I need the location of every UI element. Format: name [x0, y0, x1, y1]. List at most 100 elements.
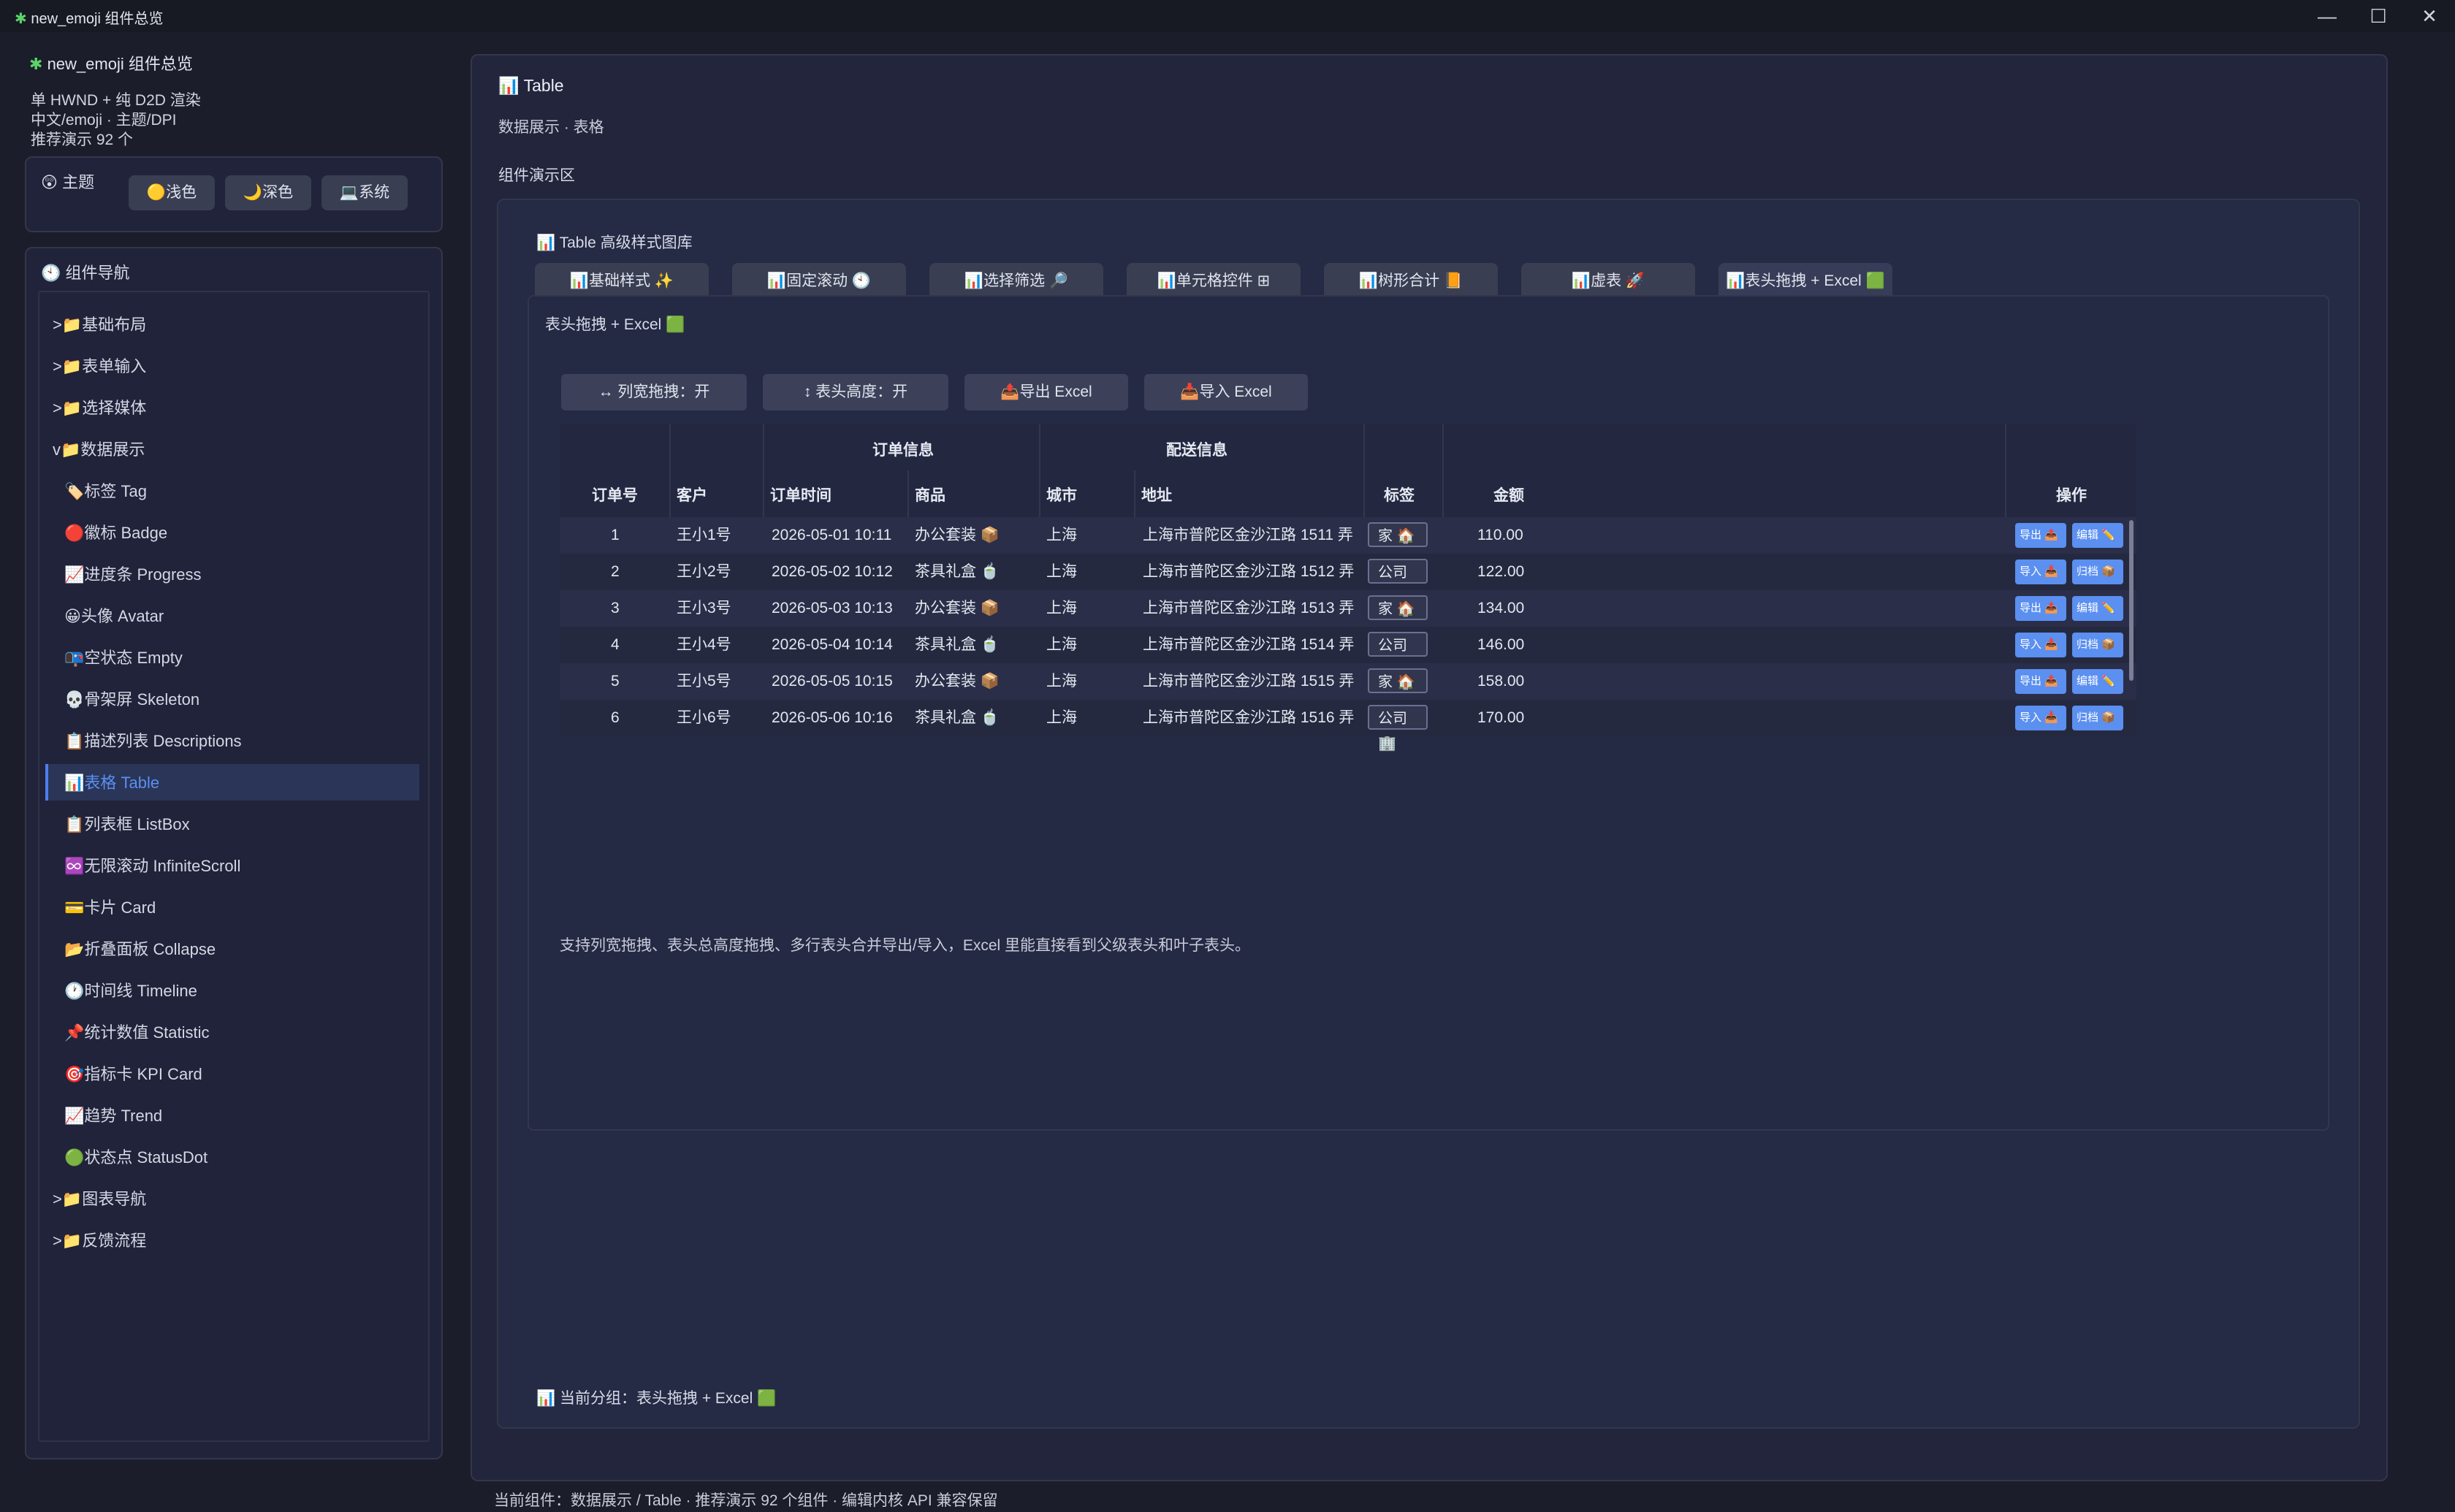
- nav-group[interactable]: >📁表单输入: [53, 348, 146, 385]
- column-header[interactable]: 客户: [677, 484, 707, 505]
- nav-item[interactable]: 😀头像 Avatar: [64, 598, 164, 635]
- nav-item[interactable]: ♾️无限滚动 InfiniteScroll: [64, 848, 240, 885]
- tab-header-drag-excel[interactable]: 📊表头拖拽 + Excel 🟩: [1718, 263, 1892, 299]
- nav-item[interactable]: 💳卡片 Card: [64, 890, 156, 926]
- row-action-primary-button[interactable]: 导出 📤: [2015, 669, 2066, 694]
- tab-tree-summary[interactable]: 📊树形合计 📙: [1324, 263, 1498, 299]
- table-row[interactable]: 5 王小5号 2026-05-05 10:15 办公套装 📦 上海 上海市普陀区金沙江路 …: [560, 663, 2136, 700]
- table-row[interactable]: 3 王小3号 2026-05-03 10:13 办公套装 📦 上海 上海市普陀区金沙江路 …: [560, 590, 2136, 627]
- nav-group[interactable]: >📁选择媒体: [53, 390, 146, 427]
- window-title: ✱ new_emoji 组件总览: [15, 11, 164, 27]
- row-action-secondary-button[interactable]: 归档 📦: [2072, 560, 2123, 584]
- import-excel-button[interactable]: 📥导入 Excel: [1144, 374, 1308, 411]
- column-header[interactable]: 标签: [1384, 484, 1415, 505]
- maximize-button[interactable]: ☐: [2353, 0, 2404, 32]
- order-time-cell: 2026-05-05 10:15: [772, 673, 893, 690]
- tab-select-filter[interactable]: 📊选择筛选 🔎: [929, 263, 1103, 299]
- amount-cell: 110.00: [1477, 527, 1523, 543]
- title-bar: ✱ new_emoji 组件总览 — ☐ ✕: [0, 0, 2455, 32]
- column-header[interactable]: 金额: [1493, 484, 1524, 505]
- export-excel-button[interactable]: 📤导出 Excel: [964, 374, 1128, 411]
- tag-chip[interactable]: 家 🏠: [1368, 595, 1428, 620]
- tag-chip[interactable]: 公司 🏢: [1368, 559, 1428, 606]
- order-id-cell: 6: [611, 709, 620, 726]
- theme-light-button[interactable]: 🟡浅色: [129, 175, 215, 210]
- info-line: 单 HWND + 纯 D2D 渲染: [31, 92, 201, 109]
- nav-item[interactable]: 📋描述列表 Descriptions: [64, 723, 242, 760]
- table-row[interactable]: 2 王小2号 2026-05-02 10:12 茶具礼盒 🍵 上海 上海市普陀区金沙江路 …: [560, 554, 2136, 606]
- nav-item[interactable]: 💀骨架屏 Skeleton: [64, 681, 199, 718]
- address-cell: 上海市普陀区金沙江路 1514 弄: [1143, 636, 1355, 653]
- product-cell: 茶具礼盒 🍵: [915, 709, 1000, 726]
- row-action-secondary-button[interactable]: 归档 📦: [2072, 706, 2123, 730]
- page-title: 📊 Table: [498, 76, 564, 95]
- table-header: 订单信息 配送信息 订单号 客户 订单时间 商品 城市 地址 标签 金额 操作: [560, 424, 2136, 517]
- row-action-secondary-button[interactable]: 编辑 ✏️: [2072, 596, 2123, 621]
- amount-cell: 146.00: [1477, 636, 1525, 653]
- column-header[interactable]: 操作: [2056, 484, 2087, 505]
- customer-cell: 王小6号: [677, 709, 731, 726]
- table-row[interactable]: 1 王小1号 2026-05-01 10:11 办公套装 📦 上海 上海市普陀区金沙江路 …: [560, 517, 2136, 554]
- nav-group[interactable]: v📁数据展示: [53, 432, 145, 468]
- column-header[interactable]: 订单时间: [770, 484, 831, 505]
- tab-virtual-table[interactable]: 📊虚表 🚀: [1521, 263, 1695, 299]
- tab-cell-controls[interactable]: 📊单元格控件 ⊞: [1127, 263, 1301, 299]
- row-action-secondary-button[interactable]: 编辑 ✏️: [2072, 523, 2123, 548]
- nav-item[interactable]: 🏷️标签 Tag: [64, 473, 147, 510]
- theme-system-button[interactable]: 💻系统: [321, 175, 408, 210]
- address-cell: 上海市普陀区金沙江路 1515 弄: [1143, 673, 1355, 690]
- city-cell: 上海: [1046, 600, 1077, 616]
- nav-item[interactable]: 🎯指标卡 KPI Card: [64, 1056, 202, 1093]
- theme-dark-button[interactable]: 🌙深色: [225, 175, 311, 210]
- row-action-primary-button[interactable]: 导入 📥: [2015, 560, 2066, 584]
- nav-item[interactable]: 📊表格 Table: [64, 765, 159, 801]
- table-row[interactable]: 4 王小4号 2026-05-04 10:14 茶具礼盒 🍵 上海 上海市普陀区金沙江路 …: [560, 627, 2136, 679]
- column-header[interactable]: 商品: [915, 484, 945, 505]
- address-cell: 上海市普陀区金沙江路 1511 弄: [1143, 527, 1353, 543]
- tag-chip[interactable]: 家 🏠: [1368, 668, 1428, 693]
- column-header[interactable]: 城市: [1046, 484, 1077, 505]
- clock-icon: 🕙: [41, 264, 61, 282]
- nav-item[interactable]: 📈趋势 Trend: [64, 1098, 162, 1134]
- sidebar-app-title: ✱ new_emoji 组件总览: [29, 55, 193, 73]
- tag-chip[interactable]: 家 🏠: [1368, 522, 1428, 547]
- table-row[interactable]: 6 王小6号 2026-05-06 10:16 茶具礼盒 🍵 上海 上海市普陀区金沙江路 …: [560, 700, 2136, 752]
- row-action-secondary-button[interactable]: 归档 📦: [2072, 633, 2123, 657]
- nav-item[interactable]: 📈进度条 Progress: [64, 557, 202, 593]
- tab-basic-style[interactable]: 📊基础样式 ✨: [535, 263, 709, 299]
- close-button[interactable]: ✕: [2404, 0, 2455, 32]
- tag-chip[interactable]: 公司 🏢: [1368, 632, 1428, 679]
- row-action-primary-button[interactable]: 导入 📥: [2015, 633, 2066, 657]
- column-resize-toggle[interactable]: ↔ 列宽拖拽：开: [561, 374, 747, 411]
- group-header-delivery: 配送信息: [1166, 442, 1228, 459]
- nav-group[interactable]: >📁基础布局: [53, 307, 146, 343]
- nav-group[interactable]: >📁反馈流程: [53, 1223, 146, 1259]
- nav-item[interactable]: 📭空状态 Empty: [64, 640, 183, 676]
- row-action-secondary-button[interactable]: 编辑 ✏️: [2072, 669, 2123, 694]
- nav-group[interactable]: >📁图表导航: [53, 1181, 146, 1218]
- header-height-toggle[interactable]: ↕ 表头高度：开: [763, 374, 948, 411]
- customer-cell: 王小5号: [677, 673, 731, 690]
- nav-item[interactable]: 🟢状态点 StatusDot: [64, 1139, 208, 1176]
- row-action-primary-button[interactable]: 导出 📤: [2015, 523, 2066, 548]
- row-action-primary-button[interactable]: 导入 📥: [2015, 706, 2066, 730]
- order-id-cell: 3: [611, 600, 620, 616]
- customer-cell: 王小3号: [677, 600, 731, 616]
- nav-item[interactable]: 🔴徽标 Badge: [64, 515, 167, 551]
- nav-item[interactable]: 🕐时间线 Timeline: [64, 973, 197, 1009]
- nav-item[interactable]: 📋列表框 ListBox: [64, 806, 190, 843]
- tab-fixed-scroll[interactable]: 📊固定滚动 🕙: [732, 263, 906, 299]
- column-header[interactable]: 订单号: [592, 484, 638, 505]
- order-time-cell: 2026-05-04 10:14: [772, 636, 893, 653]
- nav-item[interactable]: 📌统计数值 Statistic: [64, 1015, 210, 1051]
- nav-item[interactable]: 📂折叠面板 Collapse: [64, 931, 216, 968]
- row-action-primary-button[interactable]: 导出 📤: [2015, 596, 2066, 621]
- tag-chip[interactable]: 公司 🏢: [1368, 705, 1428, 752]
- table-scrollbar[interactable]: [2129, 520, 2134, 681]
- customer-cell: 王小2号: [677, 563, 731, 580]
- page-subtitle: 数据展示 · 表格: [498, 119, 604, 136]
- city-cell: 上海: [1046, 636, 1077, 653]
- column-header[interactable]: 地址: [1141, 484, 1172, 505]
- minimize-button[interactable]: —: [2302, 0, 2353, 32]
- amount-cell: 122.00: [1477, 563, 1525, 580]
